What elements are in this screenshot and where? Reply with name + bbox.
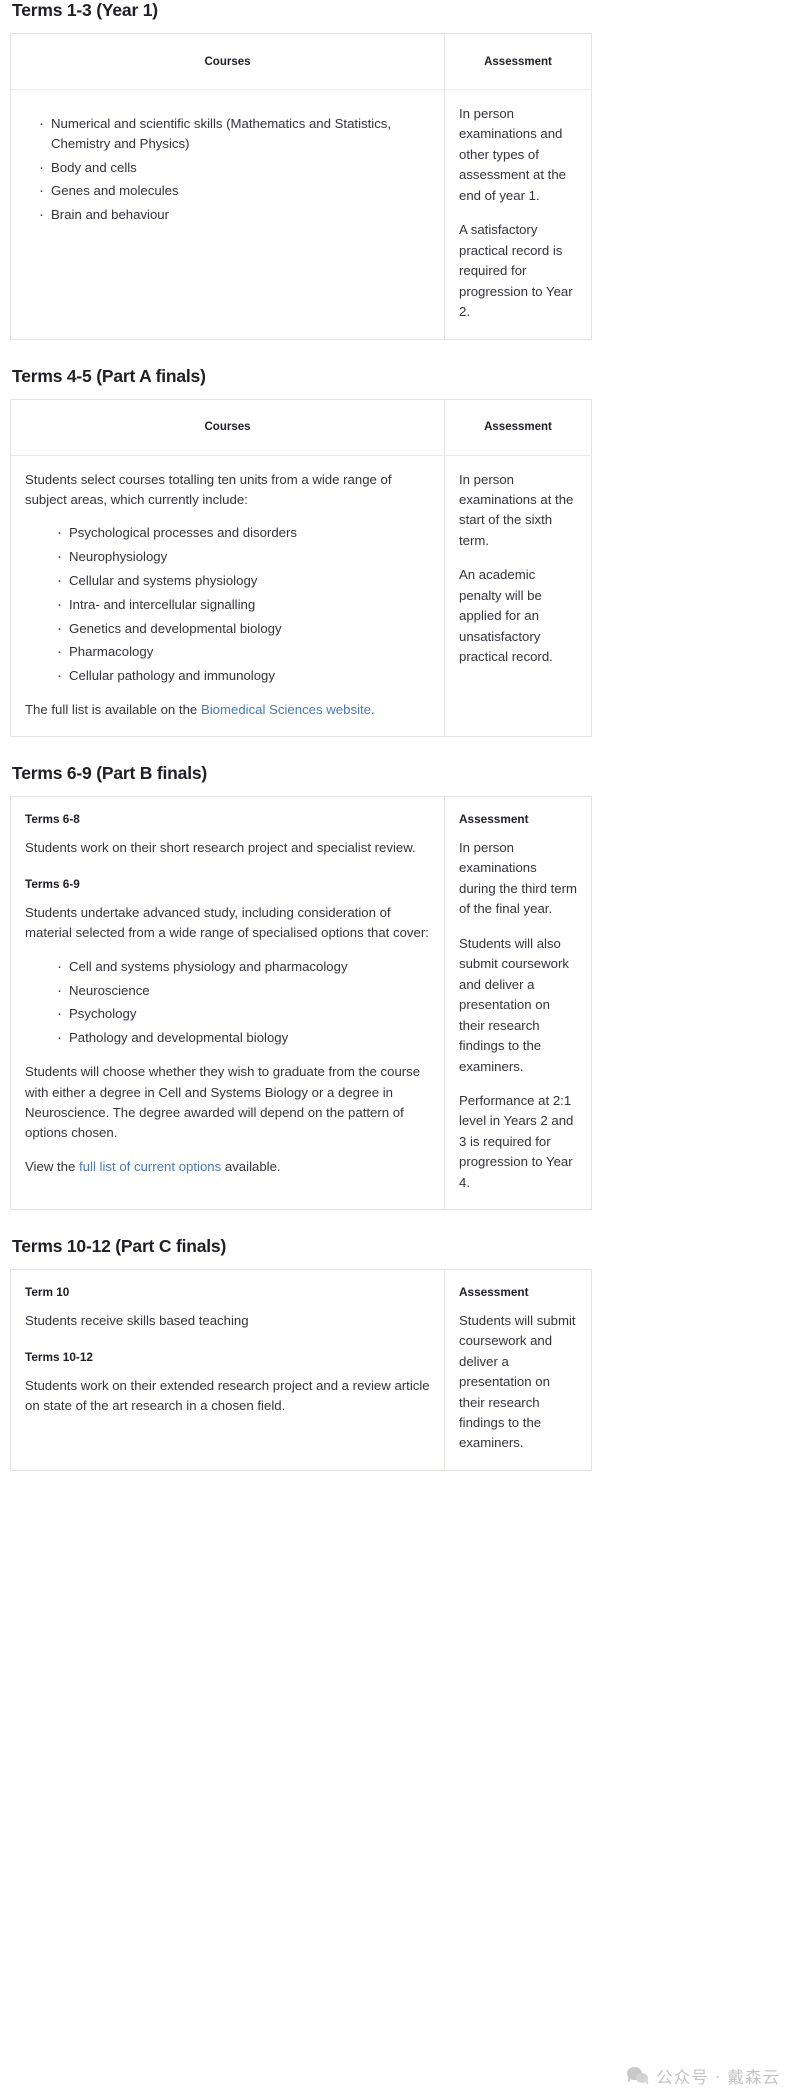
list-item: Brain and behaviour <box>39 204 430 226</box>
courses-outro-suffix: . <box>371 702 375 718</box>
course-table-terms-4-5: Courses Assessment Students select cours… <box>10 398 592 738</box>
subsection-paragraph: Students work on their extended research… <box>25 1377 430 1414</box>
assessment-paragraph: In person examinations during the third … <box>459 839 578 917</box>
list-item: Psychological processes and disorders <box>57 522 430 544</box>
subsection-heading-terms-6-8: Terms 6-8 <box>25 812 80 827</box>
subsection-heading-terms-6-9: Terms 6-9 <box>25 877 80 892</box>
list-item: Intra- and intercellular signalling <box>57 594 430 616</box>
assessment-cell: Assessment Students will submit coursewo… <box>445 1270 592 1471</box>
subsection-heading-terms-10-12: Terms 10-12 <box>25 1350 93 1365</box>
assessment-heading: Assessment <box>459 1285 529 1300</box>
list-item: Neuroscience <box>57 980 430 1002</box>
subsection-paragraph: Students undertake advanced study, inclu… <box>25 904 429 941</box>
table-header-row: Courses Assessment <box>10 399 592 456</box>
courses-cell: Term 10 Students receive skills based te… <box>10 1269 445 1471</box>
wechat-icon <box>627 2067 650 2085</box>
subsection-paragraph: Students work on their short research pr… <box>25 839 416 855</box>
assessment-cell: Assessment In person examinations during… <box>445 797 592 1210</box>
page-title: Terms 1-3 (Year 1) <box>12 0 158 20</box>
column-header-courses: Courses <box>10 399 445 456</box>
list-item: Psychology <box>57 1003 430 1025</box>
options-link-prefix: View the <box>25 1158 80 1174</box>
list-item: Neurophysiology <box>57 546 430 568</box>
options-link-suffix: available. <box>221 1158 281 1174</box>
biomedical-sciences-website-link[interactable]: Biomedical Sciences website <box>201 702 371 717</box>
page-title: Terms 10-12 (Part C finals) <box>12 1236 227 1257</box>
subsection-paragraph-after: Students will choose whether they wish t… <box>25 1064 421 1141</box>
section-terms-6-9: Terms 6-9 (Part B finals) Terms 6-8 Stud… <box>10 763 792 1211</box>
page-title: Terms 6-9 (Part B finals) <box>12 763 208 784</box>
watermark-text: 公众号 · 戴森云 <box>656 2068 780 2087</box>
section-terms-4-5: Terms 4-5 (Part A finals) Courses Assess… <box>10 366 792 738</box>
course-bullet-list: Psychological processes and disorders Ne… <box>25 522 430 687</box>
list-item: Body and cells <box>39 157 430 179</box>
assessment-paragraph: Students will also submit coursework and… <box>459 935 569 1074</box>
course-bullet-list: Cell and systems physiology and pharmaco… <box>25 956 430 1050</box>
course-table-terms-10-12: Term 10 Students receive skills based te… <box>10 1269 592 1471</box>
assessment-cell: In person examinations and other types o… <box>445 90 592 340</box>
courses-outro-prefix: The full list is available on the <box>25 702 201 718</box>
column-header-assessment: Assessment <box>444 399 592 456</box>
courses-cell: Terms 6-8 Students work on their short r… <box>10 796 445 1210</box>
courses-outro: The full list is available on the Biomed… <box>25 700 430 720</box>
table-row: Numerical and scientific skills (Mathema… <box>10 89 592 340</box>
course-table-terms-1-3: Courses Assessment Numerical and scienti… <box>10 33 592 340</box>
column-header-assessment: Assessment <box>444 33 592 90</box>
table-row: Term 10 Students receive skills based te… <box>10 1269 592 1471</box>
subsection-paragraph: Students receive skills based teaching <box>25 1312 249 1328</box>
assessment-paragraph: In person examinations and other types o… <box>459 106 567 203</box>
assessment-paragraph: Performance at 2:1 level in Years 2 and … <box>459 1092 574 1190</box>
options-link-paragraph: View the full list of current options av… <box>25 1157 430 1177</box>
table-row: Students select courses totalling ten un… <box>10 455 592 737</box>
page-title: Terms 4-5 (Part A finals) <box>12 365 206 386</box>
subsection-heading-term-10: Term 10 <box>25 1285 70 1300</box>
full-list-of-current-options-link[interactable]: full list of current options <box>79 1159 221 1174</box>
page-root: Terms 1-3 (Year 1) Courses Assessment Nu… <box>0 0 802 2100</box>
assessment-paragraph: An academic penalty will be applied for … <box>459 567 553 665</box>
list-item: Genes and molecules <box>39 180 430 202</box>
course-bullet-list: Numerical and scientific skills (Mathema… <box>25 113 430 226</box>
assessment-paragraph: A satisfactory practical record is requi… <box>459 222 573 320</box>
courses-intro: Students select courses totalling ten un… <box>25 471 392 507</box>
list-item: Pathology and developmental biology <box>57 1027 430 1049</box>
list-item: Cell and systems physiology and pharmaco… <box>57 956 430 978</box>
list-item: Genetics and developmental biology <box>57 618 430 640</box>
assessment-paragraph: In person examinations at the start of t… <box>459 471 574 548</box>
column-header-courses: Courses <box>10 33 445 90</box>
section-terms-1-3: Terms 1-3 (Year 1) Courses Assessment Nu… <box>10 0 792 340</box>
assessment-paragraph: Students will submit coursework and deli… <box>459 1312 576 1451</box>
assessment-cell: In person examinations at the start of t… <box>445 455 592 737</box>
list-item: Cellular pathology and immunology <box>57 665 430 687</box>
watermark: 公众号 · 戴森云 <box>627 2064 780 2088</box>
table-row: Terms 6-8 Students work on their short r… <box>10 796 592 1210</box>
section-terms-10-12: Terms 10-12 (Part C finals) Term 10 Stud… <box>10 1236 792 1471</box>
table-header-row: Courses Assessment <box>10 33 592 90</box>
courses-cell: Students select courses totalling ten un… <box>10 455 445 737</box>
courses-cell: Numerical and scientific skills (Mathema… <box>10 89 445 340</box>
list-item: Pharmacology <box>57 641 430 663</box>
list-item: Numerical and scientific skills (Mathema… <box>39 113 430 154</box>
course-table-terms-6-9: Terms 6-8 Students work on their short r… <box>10 796 592 1211</box>
list-item: Cellular and systems physiology <box>57 570 430 592</box>
assessment-heading: Assessment <box>459 812 529 827</box>
